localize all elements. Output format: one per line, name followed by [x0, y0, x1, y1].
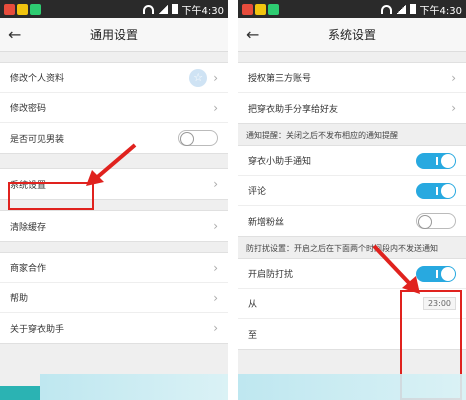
- app-notification-icon: [242, 3, 253, 15]
- change-password-item[interactable]: 修改密码 ›: [0, 93, 228, 123]
- watermark-blur: [40, 374, 228, 400]
- battery-icon: [409, 4, 416, 14]
- chevron-right-icon: ›: [451, 70, 456, 85]
- chevron-right-icon: ›: [213, 290, 218, 305]
- item-label: 把穿衣助手分享给好友: [248, 104, 339, 115]
- item-label: 开启防打扰: [248, 270, 294, 280]
- settings-group: 商家合作 › 帮助 › 关于穿衣助手 ›: [0, 252, 228, 344]
- signal-icon: [395, 4, 406, 14]
- item-label: 穿衣小助手通知: [248, 157, 312, 167]
- item-label: 帮助: [10, 294, 29, 304]
- chevron-right-icon: ›: [213, 321, 218, 335]
- battery-icon: [171, 4, 178, 14]
- app-notification-icon: [268, 3, 279, 15]
- toggle-knob: [441, 153, 455, 168]
- bottom-button-partial: [0, 386, 40, 400]
- clear-cache-item[interactable]: 清除缓存 ›: [0, 211, 228, 241]
- about-item[interactable]: 关于穿衣助手 ›: [0, 313, 228, 343]
- status-bar: 下午4:30: [238, 0, 466, 18]
- red-arrow-icon: [86, 143, 137, 186]
- business-cooperation-item[interactable]: 商家合作 ›: [0, 253, 228, 283]
- chevron-right-icon: ›: [213, 177, 218, 191]
- help-item[interactable]: 帮助 ›: [0, 283, 228, 313]
- item-label: 关于穿衣助手: [10, 324, 65, 335]
- item-label: 清除缓存: [10, 222, 47, 233]
- back-arrow-icon[interactable]: ←: [8, 25, 21, 44]
- chevron-right-icon: ›: [213, 100, 218, 115]
- item-label: 是否可见男装: [10, 134, 65, 145]
- item-label: 新增粉丝: [248, 217, 285, 228]
- settings-group: 清除缓存 ›: [0, 210, 228, 242]
- page-title: 系统设置: [327, 28, 376, 42]
- assistant-notify-toggle[interactable]: [416, 152, 456, 169]
- item-label: 从: [248, 300, 258, 310]
- left-phone-screen: 下午4:30 ← 通用设置 修改个人资料 ☆ › 修改密码 › 是否可见男装 系…: [0, 0, 228, 400]
- item-label: 至: [248, 330, 258, 341]
- chevron-right-icon: ›: [213, 70, 218, 85]
- app-notification-icon: [255, 3, 266, 15]
- item-label: 授权第三方账号: [248, 74, 312, 84]
- item-label: 商家合作: [10, 264, 47, 274]
- wifi-icon: [380, 4, 392, 14]
- right-phone-screen: 下午4:30 ← 系统设置 授权第三方账号 › 把穿衣助手分享给好友 › 通知提…: [238, 0, 466, 400]
- comment-notify-toggle[interactable]: [416, 182, 456, 199]
- status-time: 下午4:30: [181, 5, 224, 17]
- back-arrow-icon[interactable]: ←: [246, 25, 259, 44]
- red-arrow-icon: [372, 244, 420, 294]
- status-time: 下午4:30: [419, 5, 462, 17]
- app-notification-icon: [4, 3, 15, 15]
- header: ← 通用设置: [0, 18, 228, 52]
- dnd-section-label: 防打扰设置：开启之后在下面两个时间段内不发送通知: [246, 244, 438, 253]
- edit-profile-item[interactable]: 修改个人资料 ☆ ›: [0, 63, 228, 93]
- chevron-right-icon: ›: [451, 101, 456, 115]
- toggle-on-mark: [436, 156, 438, 165]
- notify-section-label: 通知提醒：关闭之后不发布相应的通知提醒: [246, 131, 398, 140]
- item-label: 修改个人资料: [10, 74, 65, 84]
- new-fans-notify-item: 新增粉丝: [238, 206, 466, 236]
- watermark-blur: [238, 374, 466, 400]
- toggle-knob: [180, 132, 194, 146]
- toggle-on-mark: [436, 186, 438, 195]
- page-title: 通用设置: [89, 28, 138, 42]
- status-bar: 下午4:30: [0, 0, 228, 18]
- chevron-right-icon: ›: [213, 260, 218, 275]
- wifi-icon: [142, 4, 154, 14]
- header: ← 系统设置: [238, 18, 466, 52]
- app-notification-icon: [30, 3, 41, 15]
- toggle-knob: [441, 183, 455, 198]
- item-label: 修改密码: [10, 104, 47, 114]
- item-label: 评论: [248, 187, 267, 197]
- assistant-notify-item: 穿衣小助手通知: [238, 146, 466, 176]
- dnd-enable-item: 开启防打扰: [238, 259, 466, 289]
- toggle-knob: [418, 215, 432, 229]
- notify-group: 穿衣小助手通知 评论 新增粉丝: [238, 145, 466, 237]
- menswear-toggle[interactable]: [178, 130, 218, 146]
- authorize-third-party-item[interactable]: 授权第三方账号 ›: [238, 63, 466, 93]
- app-notification-icon: [17, 3, 28, 15]
- share-to-friends-item[interactable]: 把穿衣助手分享给好友 ›: [238, 93, 466, 123]
- settings-group: 授权第三方账号 › 把穿衣助手分享给好友 ›: [238, 62, 466, 124]
- signal-icon: [157, 4, 168, 14]
- chevron-right-icon: ›: [213, 219, 218, 233]
- new-fans-notify-toggle[interactable]: [416, 213, 456, 229]
- toggle-knob: [441, 266, 455, 281]
- avatar-icon: ☆: [189, 68, 208, 87]
- toggle-on-mark: [436, 269, 438, 278]
- comment-notify-item: 评论: [238, 176, 466, 206]
